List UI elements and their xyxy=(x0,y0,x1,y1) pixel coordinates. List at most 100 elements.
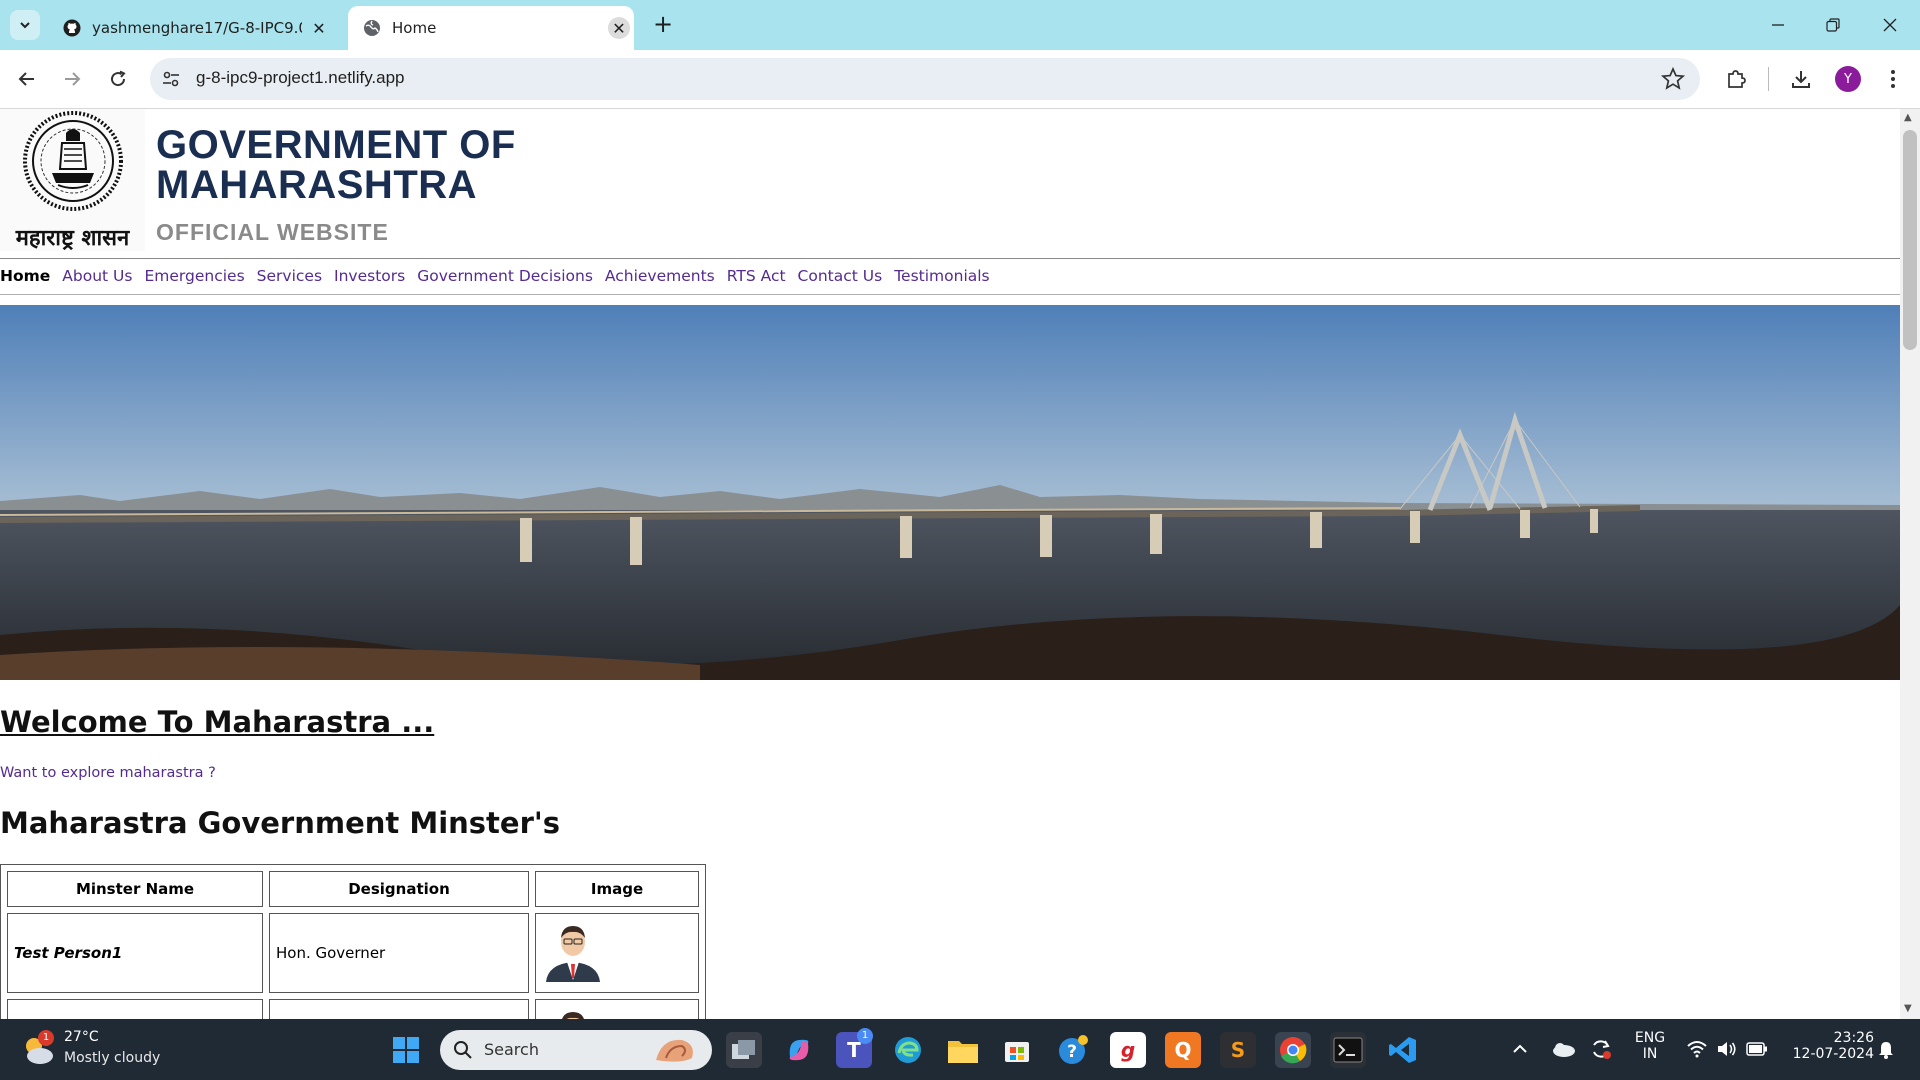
reload-button[interactable] xyxy=(103,64,133,94)
reload-icon xyxy=(111,70,126,87)
back-button[interactable] xyxy=(12,64,42,94)
nav-government-decisions[interactable]: Government Decisions xyxy=(417,267,593,285)
column-header: Designation xyxy=(269,871,529,907)
nav-home[interactable]: Home xyxy=(0,267,50,285)
terminal-icon[interactable] xyxy=(1330,1032,1366,1068)
person-avatar-image xyxy=(562,1012,584,1019)
emblem-caption: महाराष्ट्र शासन xyxy=(15,226,130,251)
weather-temperature[interactable]: 27°C xyxy=(64,1029,99,1045)
chrome-icon[interactable] xyxy=(1275,1032,1311,1068)
site-title-line1: GOVERNMENT OF xyxy=(156,123,516,167)
scroll-up-arrow-icon[interactable]: ▲ xyxy=(1904,112,1912,123)
close-icon xyxy=(1883,18,1897,32)
toolbar-divider xyxy=(1768,67,1769,91)
onedrive-cloud-icon[interactable] xyxy=(1550,1040,1576,1058)
table-header-row: Minster Name Designation Image xyxy=(7,871,699,907)
grammarly-app-icon[interactable]: g xyxy=(1110,1032,1146,1068)
restore-button[interactable] xyxy=(1815,12,1851,38)
table-row: Test Person1 Hon. Governer xyxy=(7,913,699,993)
main-nav: Home About Us Emergencies Services Inves… xyxy=(0,267,1002,285)
shell-illustration-icon xyxy=(656,1039,693,1062)
volume-icon[interactable] xyxy=(1716,1040,1738,1058)
download-icon xyxy=(1792,71,1810,88)
header-divider xyxy=(0,258,1900,259)
close-window-button[interactable] xyxy=(1872,12,1908,38)
microsoft-store-icon[interactable] xyxy=(999,1032,1035,1068)
maharashtra-emblem: महाराष्ट्र शासन xyxy=(0,109,145,251)
site-subtitle: OFFICIAL WEBSITE xyxy=(156,219,389,245)
teams-badge: 1 xyxy=(857,1028,873,1044)
nav-achievements[interactable]: Achievements xyxy=(605,267,715,285)
battery-icon[interactable] xyxy=(1746,1042,1768,1056)
image-cell xyxy=(535,913,699,993)
site-title-line2: MAHARASHTRA xyxy=(156,163,478,207)
svg-text:?: ? xyxy=(1067,1042,1077,1062)
notification-bell-icon[interactable] xyxy=(1876,1040,1896,1060)
file-explorer-icon[interactable] xyxy=(945,1032,981,1068)
scroll-down-arrow-icon[interactable]: ▼ xyxy=(1904,1003,1912,1014)
nav-testimonials[interactable]: Testimonials xyxy=(894,267,989,285)
tab-label: yashmenghare17/G-8-IPC9.0-Pl xyxy=(92,19,302,37)
minimize-button[interactable] xyxy=(1760,12,1796,38)
sync-icon[interactable] xyxy=(1590,1038,1612,1060)
edge-icon[interactable] xyxy=(890,1032,926,1068)
ministers-heading: Maharastra Government Minster's xyxy=(0,806,561,840)
windows-start-icon[interactable] xyxy=(392,1036,420,1064)
sublime-text-icon[interactable]: S xyxy=(1220,1032,1256,1068)
nav-services[interactable]: Services xyxy=(257,267,322,285)
globe-icon xyxy=(362,18,382,38)
weather-description[interactable]: Mostly cloudy xyxy=(64,1050,160,1066)
region-code: IN xyxy=(1642,1046,1658,1062)
nav-contact-us[interactable]: Contact Us xyxy=(798,267,883,285)
page-viewport: महाराष्ट्र शासन GOVERNMENT OF MAHARASHTR… xyxy=(0,109,1900,1019)
nav-rts-act[interactable]: RTS Act xyxy=(727,267,786,285)
welcome-heading: Welcome To Maharastra ... xyxy=(0,705,435,739)
puzzle-icon xyxy=(1728,70,1746,88)
site-settings-icon[interactable] xyxy=(160,68,182,90)
extensions-button[interactable] xyxy=(1721,64,1751,94)
scrollbar-thumb[interactable] xyxy=(1903,130,1917,350)
weather-badge: 1 xyxy=(38,1030,54,1046)
copilot-icon[interactable] xyxy=(781,1032,817,1068)
arrow-left-icon xyxy=(18,72,34,86)
language-code: ENG xyxy=(1634,1030,1666,1046)
url-text[interactable]: g-8-ipc9-project1.netlify.app xyxy=(196,68,405,88)
tab-github[interactable]: yashmenghare17/G-8-IPC9.0-Pl ✕ xyxy=(48,6,340,50)
forward-button[interactable] xyxy=(57,64,87,94)
downloads-button[interactable] xyxy=(1786,64,1816,94)
kebab-menu-icon xyxy=(1891,70,1895,88)
close-icon[interactable]: ✕ xyxy=(308,17,330,39)
star-icon[interactable] xyxy=(1660,66,1686,92)
search-label: Search xyxy=(484,1040,539,1059)
new-tab-button[interactable]: + xyxy=(650,12,676,38)
clock[interactable]: 23:26 12-07-2024 xyxy=(1782,1030,1874,1062)
chevron-up-icon[interactable] xyxy=(1512,1042,1528,1056)
nav-divider xyxy=(0,294,1900,295)
clock-time: 23:26 xyxy=(1833,1030,1874,1046)
designation-cell: Hon. Governer xyxy=(269,913,529,993)
help-icon[interactable]: ? xyxy=(1055,1032,1091,1068)
nav-emergencies[interactable]: Emergencies xyxy=(144,267,244,285)
explore-link[interactable]: Want to explore maharastra ? xyxy=(0,765,216,781)
table-row xyxy=(7,999,699,1019)
github-icon xyxy=(62,18,82,38)
search-icon xyxy=(454,1041,472,1059)
language-indicator[interactable]: ENG IN xyxy=(1630,1030,1670,1062)
task-view-icon[interactable] xyxy=(726,1032,762,1068)
person-avatar-image xyxy=(546,926,600,982)
close-icon[interactable]: ✕ xyxy=(608,17,630,39)
tab-label: Home xyxy=(392,19,437,37)
tab-home[interactable]: Home ✕ xyxy=(348,6,634,50)
wifi-icon[interactable] xyxy=(1686,1040,1708,1058)
q-app-icon[interactable]: Q xyxy=(1165,1032,1201,1068)
tab-search-dropdown[interactable] xyxy=(10,10,40,40)
nav-about-us[interactable]: About Us xyxy=(62,267,132,285)
avatar[interactable]: Y xyxy=(1835,66,1861,92)
chevron-down-icon xyxy=(20,22,30,29)
menu-button[interactable] xyxy=(1878,64,1908,94)
nav-investors[interactable]: Investors xyxy=(334,267,405,285)
vscode-icon[interactable] xyxy=(1385,1032,1421,1068)
restore-icon xyxy=(1826,18,1840,32)
designation-cell xyxy=(269,999,529,1019)
ministers-table: Minster Name Designation Image Test Pers… xyxy=(0,864,706,1019)
